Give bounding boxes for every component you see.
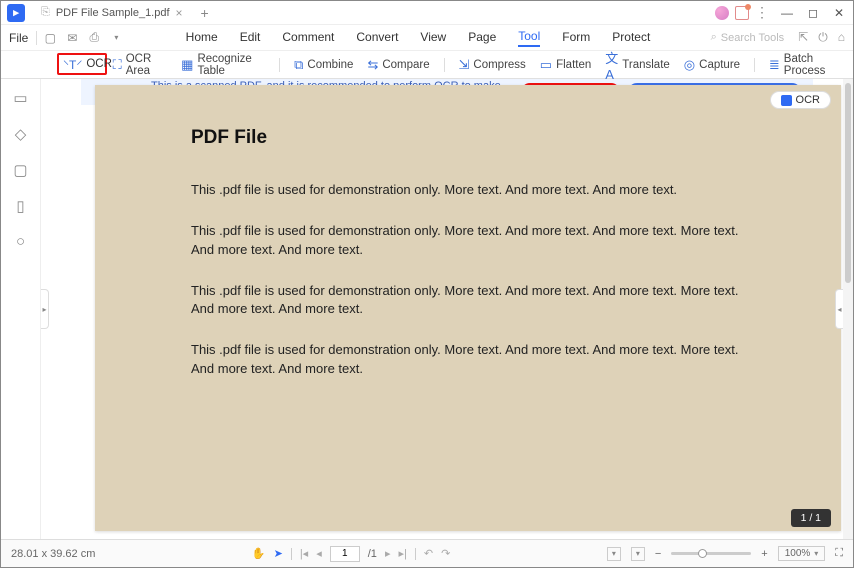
tab-edit[interactable]: Edit	[240, 30, 261, 46]
search-icon: ⌕	[711, 31, 717, 44]
vertical-scrollbar[interactable]	[843, 79, 853, 539]
last-page-button[interactable]: ▸|	[398, 547, 406, 560]
statusbar: 28.01 x 39.62 cm ✋ ➤ |◂ ◂ /1 ▸ ▸| ↶ ↷ ▾ …	[1, 539, 853, 567]
tab-tool[interactable]: Tool	[518, 29, 540, 47]
zoom-out-button[interactable]: −	[655, 548, 661, 560]
hand-tool-icon[interactable]: ✋	[252, 547, 266, 560]
menubar: File ▢ ✉ ⎙ ▾ Home Edit Comment Convert V…	[1, 25, 853, 51]
doc-paragraph: This .pdf file is used for demonstration…	[191, 181, 745, 200]
ocr-chip-icon	[781, 95, 792, 106]
more-menu-icon[interactable]: ⋮	[755, 4, 769, 21]
flatten-icon: ▭	[540, 57, 552, 73]
history-back-button[interactable]: ↶	[424, 547, 433, 560]
fullscreen-button[interactable]: ⛶	[835, 547, 843, 560]
mail-icon[interactable]: ✉	[63, 29, 81, 47]
left-panel: ▭ ◇ ▢ ▯ ○	[1, 79, 41, 539]
zoom-in-button[interactable]: +	[761, 548, 767, 560]
compare-button[interactable]: ⇆Compare	[367, 57, 429, 73]
next-page-button[interactable]: ▸	[385, 547, 391, 560]
tab-home[interactable]: Home	[186, 30, 218, 46]
file-menu[interactable]: File	[9, 31, 28, 45]
flatten-button[interactable]: ▭Flatten	[540, 57, 591, 73]
tab-form[interactable]: Form	[562, 30, 590, 46]
select-tool-icon[interactable]: ➤	[274, 547, 283, 560]
combine-icon: ⧉	[294, 57, 303, 73]
bookmarks-icon[interactable]: ◇	[15, 125, 27, 143]
first-page-button[interactable]: |◂	[300, 547, 308, 560]
tab-title: PDF File Sample_1.pdf	[56, 7, 170, 19]
document-tab[interactable]: ⎘ PDF File Sample_1.pdf ×	[31, 1, 193, 24]
tab-view[interactable]: View	[420, 30, 446, 46]
zoom-slider-thumb[interactable]	[698, 549, 707, 558]
thumbnails-icon[interactable]: ▭	[13, 89, 27, 107]
doc-heading: PDF File	[191, 127, 745, 149]
doc-paragraph: This .pdf file is used for demonstration…	[191, 222, 745, 260]
history-fwd-button[interactable]: ↷	[441, 547, 450, 560]
page-canvas[interactable]: PDF File This .pdf file is used for demo…	[95, 85, 841, 531]
combine-button[interactable]: ⧉Combine	[294, 57, 353, 73]
translate-icon: 文A	[605, 48, 618, 82]
search-tools[interactable]: ⌕ Search Tools	[711, 31, 785, 44]
main-tabs: Home Edit Comment Convert View Page Tool…	[129, 29, 706, 47]
prev-page-button[interactable]: ◂	[316, 547, 322, 560]
qat-dropdown-icon[interactable]: ▾	[107, 29, 125, 47]
compare-icon: ⇆	[367, 57, 378, 73]
ocr-area-button[interactable]: ⛶OCR Area	[113, 53, 168, 77]
tab-close-icon[interactable]: ×	[176, 6, 183, 20]
save-icon: ⎘	[41, 6, 50, 19]
document-area: This is a scanned PDF, and it is recomme…	[41, 79, 853, 539]
batch-icon: ≣	[769, 57, 780, 73]
attachments-icon[interactable]: ▯	[16, 197, 24, 215]
fit-mode-dropdown[interactable]: ▾	[631, 547, 645, 561]
ocr-icon: ⸌T⸍	[63, 56, 82, 73]
recognize-table-button[interactable]: ▦Recognize Table	[181, 53, 265, 77]
close-window-button[interactable]: ✕	[831, 6, 847, 20]
titlebar: ▸ ⎘ PDF File Sample_1.pdf × + ⋮ — ◻ ✕	[1, 1, 853, 25]
table-icon: ▦	[181, 57, 193, 73]
capture-icon: ◎	[684, 57, 695, 73]
doc-paragraph: This .pdf file is used for demonstration…	[191, 282, 745, 320]
notification-icon[interactable]	[735, 6, 749, 20]
compress-icon: ⇲	[458, 57, 469, 73]
open-icon[interactable]: ▢	[41, 29, 59, 47]
tab-comment[interactable]: Comment	[282, 30, 334, 46]
search-panel-icon[interactable]: ○	[16, 233, 25, 250]
tool-toolbar: ⸌T⸍ OCR ⛶OCR Area ▦Recognize Table ⧉Comb…	[1, 51, 853, 79]
maximize-button[interactable]: ◻	[805, 6, 821, 20]
scrollbar-thumb[interactable]	[845, 83, 851, 283]
page-indicator: 1 / 1	[791, 509, 831, 527]
page-number-input[interactable]	[330, 546, 360, 562]
batch-process-button[interactable]: ≣Batch Process	[769, 53, 843, 77]
ai-assistant-icon[interactable]	[715, 6, 729, 20]
print-icon[interactable]: ⎙	[85, 29, 103, 47]
share-icon[interactable]: ⇱	[798, 30, 808, 45]
doc-paragraph: This .pdf file is used for demonstration…	[191, 341, 745, 379]
view-mode-dropdown[interactable]: ▾	[607, 547, 621, 561]
zoom-slider[interactable]	[671, 552, 751, 555]
comments-panel-icon[interactable]: ▢	[13, 161, 27, 179]
translate-button[interactable]: 文ATranslate	[605, 48, 670, 82]
capture-button[interactable]: ◎Capture	[684, 57, 740, 73]
expand-right-handle[interactable]: ◂	[835, 289, 843, 329]
app-logo: ▸	[7, 4, 25, 22]
tab-convert[interactable]: Convert	[356, 30, 398, 46]
zoom-value[interactable]: 100%▾	[778, 546, 826, 561]
cloud-icon[interactable]: ⏻	[818, 30, 828, 45]
expand-left-handle[interactable]: ▸	[41, 289, 49, 329]
new-tab-button[interactable]: +	[201, 5, 209, 21]
compress-button[interactable]: ⇲Compress	[458, 57, 525, 73]
tab-page[interactable]: Page	[468, 30, 496, 46]
workspace: ▭ ◇ ▢ ▯ ○ This is a scanned PDF, and it …	[1, 79, 853, 539]
page-dimensions: 28.01 x 39.62 cm	[11, 548, 95, 560]
home-icon[interactable]: ⌂	[838, 30, 845, 45]
ocr-area-icon: ⛶	[113, 57, 122, 73]
page-total: /1	[368, 548, 377, 560]
tab-protect[interactable]: Protect	[612, 30, 650, 46]
ocr-button[interactable]: ⸌T⸍ OCR	[57, 53, 107, 75]
ocr-chip[interactable]: OCR	[770, 91, 831, 109]
minimize-button[interactable]: —	[779, 6, 795, 20]
